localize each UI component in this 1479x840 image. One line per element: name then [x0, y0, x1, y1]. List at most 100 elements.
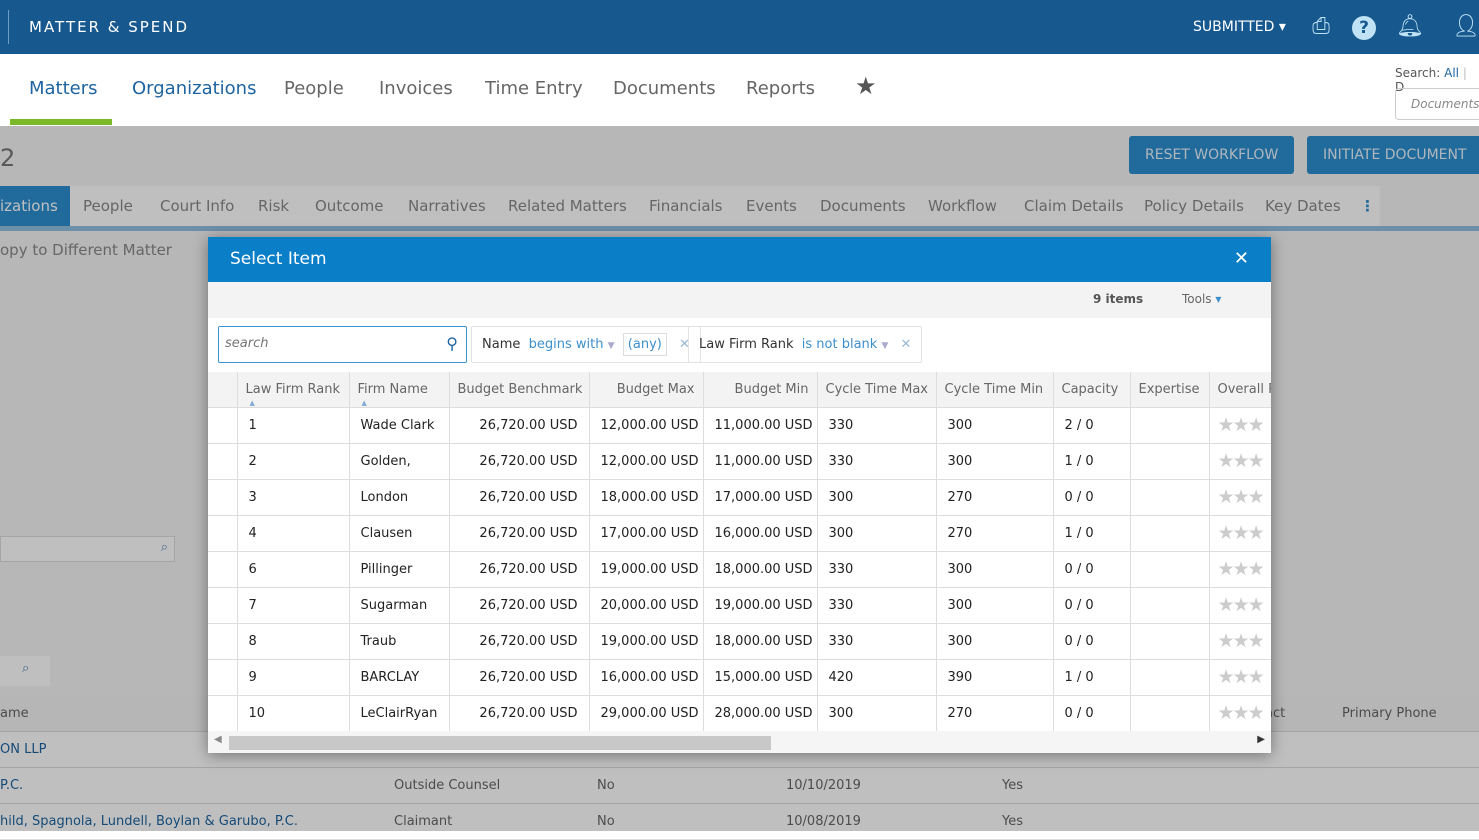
row-select-cell[interactable]: [208, 479, 238, 516]
remove-filter-icon[interactable]: ✕: [901, 337, 912, 352]
filter-value[interactable]: (any): [622, 333, 667, 356]
column-header-firm-name[interactable]: Firm Name ▲: [349, 372, 450, 408]
tab-reports[interactable]: Reports: [746, 78, 815, 99]
cell-budget-benchmark: 26,720.00 USD: [449, 659, 590, 696]
favorites-star-icon[interactable]: ★: [855, 72, 877, 100]
column-label: Budget Benchmark: [457, 381, 583, 397]
column-header-budget-min[interactable]: Budget Min: [703, 372, 818, 408]
row-select-cell[interactable]: [208, 407, 238, 444]
cell-budget-max: 12,000.00 USD: [589, 407, 704, 444]
horizontal-scrollbar[interactable]: ◀ ▶: [208, 731, 1271, 753]
column-header-budget-max[interactable]: Budget Max: [589, 372, 704, 408]
row-select-cell[interactable]: [208, 443, 238, 480]
bell-icon[interactable]: 🔔︎: [1396, 14, 1424, 40]
cell-cycle-time-min: 300: [936, 551, 1054, 588]
cell-budget-max: 16,000.00 USD: [589, 659, 704, 696]
cell-expertise: [1130, 515, 1210, 552]
search-scope-all[interactable]: All: [1444, 66, 1459, 80]
column-header-budget-benchmark[interactable]: Budget Benchmark: [449, 372, 590, 408]
cell-firm-name: Golden,: [349, 443, 450, 480]
cell-budget-benchmark: 26,720.00 USD: [449, 479, 590, 516]
cell-capacity: 0 / 0: [1053, 587, 1131, 624]
sort-asc-icon: ▲: [361, 398, 367, 407]
user-icon[interactable]: 👤︎: [1452, 14, 1479, 40]
table-row[interactable]: 10 LeClairRyan 26,720.00 USD 29,000.00 USD 2…: [208, 695, 1271, 732]
cell-firm-name: BARCLAY: [349, 659, 450, 696]
cell-expertise: [1130, 551, 1210, 588]
close-icon[interactable]: ✕: [1234, 248, 1249, 269]
chevron-down-icon[interactable]: ▼: [608, 341, 615, 351]
tab-matters[interactable]: Matters: [29, 78, 98, 99]
table-row[interactable]: 7 Sugarman 26,720.00 USD 20,000.00 USD 19,00…: [208, 587, 1271, 624]
active-tab-indicator: [10, 119, 112, 125]
cell-law-firm-rank: 1: [237, 407, 350, 444]
tab-time-entry[interactable]: Time Entry: [485, 78, 583, 99]
tab-documents[interactable]: Documents: [613, 78, 716, 99]
column-header-expertise[interactable]: Expertise: [1130, 372, 1210, 408]
cell-firm-name: Traub: [349, 623, 450, 660]
cell-budget-benchmark: 26,720.00 USD: [449, 443, 590, 480]
printer-icon[interactable]: ⎙: [1308, 14, 1334, 40]
table-row[interactable]: 9 BARCLAY 26,720.00 USD 16,000.00 USD 15,000…: [208, 659, 1271, 696]
row-select-cell[interactable]: [208, 695, 238, 732]
filter-operator[interactable]: begins with: [529, 337, 604, 352]
tools-dropdown[interactable]: Tools ▾: [1182, 292, 1221, 306]
rating-stars-icon: ★★★: [1209, 515, 1271, 552]
scroll-left-icon[interactable]: ◀: [214, 734, 222, 745]
table-row[interactable]: 1 Wade Clark 26,720.00 USD 12,000.00 USD 11,…: [208, 407, 1271, 444]
search-icon[interactable]: ⚲: [446, 334, 458, 353]
column-header-law-firm-rank[interactable]: Law Firm Rank ▲: [237, 372, 350, 408]
tab-organizations[interactable]: Organizations: [132, 78, 256, 99]
cell-budget-min: 18,000.00 USD: [703, 623, 818, 660]
row-select-cell[interactable]: [208, 587, 238, 624]
global-search-input[interactable]: Documents,: [1395, 88, 1479, 120]
cell-budget-min: 16,000.00 USD: [703, 515, 818, 552]
search-input[interactable]: [219, 327, 429, 360]
table-row[interactable]: 4 Clausen 26,720.00 USD 17,000.00 USD 16,000…: [208, 515, 1271, 552]
search-field[interactable]: ⚲: [218, 326, 467, 363]
brand-logo: MATTER & SPEND: [29, 18, 190, 36]
column-header-cycle-time-min[interactable]: Cycle Time Min: [936, 372, 1054, 408]
cell-budget-min: 19,000.00 USD: [703, 587, 818, 624]
table-row[interactable]: 2 Golden, 26,720.00 USD 12,000.00 USD 11,000…: [208, 443, 1271, 480]
filter-operator[interactable]: is not blank: [802, 337, 878, 352]
help-icon[interactable]: ?: [1352, 16, 1376, 40]
cell-expertise: [1130, 695, 1210, 732]
scroll-right-icon[interactable]: ▶: [1257, 734, 1265, 745]
cell-expertise: [1130, 587, 1210, 624]
cell-law-firm-rank: 10: [237, 695, 350, 732]
column-header-cycle-time-max[interactable]: Cycle Time Max: [817, 372, 937, 408]
cell-capacity: 0 / 0: [1053, 695, 1131, 732]
row-select-cell[interactable]: [208, 515, 238, 552]
cell-firm-name: London: [349, 479, 450, 516]
row-select-cell[interactable]: [208, 623, 238, 660]
table-row[interactable]: 8 Traub 26,720.00 USD 19,000.00 USD 18,000.0…: [208, 623, 1271, 660]
select-item-dialog: Select Item ✕ 9 items Tools ▾ ⚲ Name beg…: [208, 237, 1271, 753]
status-dropdown[interactable]: SUBMITTED ▾: [1193, 19, 1286, 35]
table-row[interactable]: 6 Pillinger 26,720.00 USD 19,000.00 USD 18,0…: [208, 551, 1271, 588]
search-label: Search:: [1395, 66, 1441, 80]
cell-cycle-time-max: 420: [817, 659, 937, 696]
column-header-capacity[interactable]: Capacity: [1053, 372, 1131, 408]
column-label: Cycle Time Min: [944, 381, 1044, 397]
cell-firm-name: Wade Clark: [349, 407, 450, 444]
filter-law-firm-rank[interactable]: Law Firm Rank is not blank ▼ ✕: [688, 326, 923, 363]
table-row[interactable]: 3 London 26,720.00 USD 18,000.00 USD 17,000.…: [208, 479, 1271, 516]
chevron-down-icon[interactable]: ▼: [881, 341, 888, 351]
cell-budget-max: 12,000.00 USD: [589, 443, 704, 480]
filter-name[interactable]: Name begins with ▼ (any) ✕: [471, 326, 701, 363]
cell-firm-name: Sugarman: [349, 587, 450, 624]
column-label: Overall R: [1217, 381, 1272, 397]
row-select-cell[interactable]: [208, 551, 238, 588]
cell-budget-max: 19,000.00 USD: [589, 623, 704, 660]
row-select-cell[interactable]: [208, 659, 238, 696]
column-header-overall-r[interactable]: Overall R: [1209, 372, 1272, 408]
cell-cycle-time-max: 300: [817, 479, 937, 516]
cell-expertise: [1130, 479, 1210, 516]
tab-people[interactable]: People: [284, 78, 344, 99]
filter-field: Law Firm Rank: [699, 337, 794, 352]
cell-law-firm-rank: 6: [237, 551, 350, 588]
scrollbar-thumb[interactable]: [229, 736, 771, 750]
cell-cycle-time-max: 330: [817, 623, 937, 660]
tab-invoices[interactable]: Invoices: [379, 78, 453, 99]
